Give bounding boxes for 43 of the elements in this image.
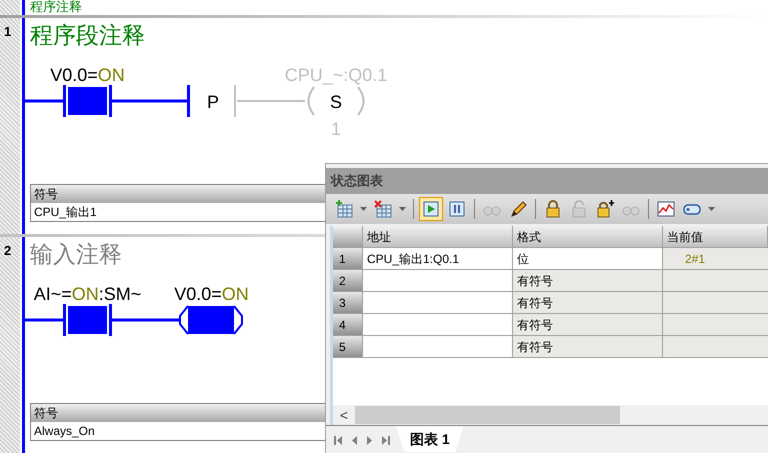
network-number: 2	[4, 242, 12, 258]
caret-icon[interactable]	[708, 207, 715, 211]
coil-count: 1	[330, 118, 341, 140]
column-header: 符号	[34, 186, 58, 203]
row-header[interactable]: 3	[333, 292, 363, 313]
row-header[interactable]: 4	[333, 314, 363, 335]
column-header[interactable]: 地址	[363, 226, 513, 247]
format-cell[interactable]: 有符号	[513, 336, 663, 357]
caret-icon[interactable]	[399, 207, 406, 211]
window-title: 状态图表	[331, 172, 383, 190]
row-header[interactable]: 1	[333, 248, 363, 269]
format-cell[interactable]: 有符号	[513, 270, 663, 291]
last-page-icon[interactable]	[382, 436, 390, 444]
column-header[interactable]: 当前值	[663, 226, 768, 247]
play-icon[interactable]	[419, 197, 443, 221]
column-header: 符号	[34, 405, 58, 422]
row-header[interactable]: 5	[333, 336, 363, 357]
network-comment: 程序段注释	[30, 22, 145, 51]
coil-letter: S	[330, 92, 342, 112]
table-cell-text: Always_On	[34, 423, 95, 440]
format-cell[interactable]: 有符号	[513, 314, 663, 335]
operand-label: V0.0=ON	[50, 66, 125, 84]
scrollbar-thumb[interactable]	[355, 406, 620, 424]
sheet-tab[interactable]: 图表 1	[396, 426, 464, 452]
program-comment: 程序注释	[30, 0, 82, 15]
first-page-icon[interactable]	[334, 436, 342, 444]
column-header[interactable]: 格式	[513, 226, 663, 247]
network-number: 1	[4, 24, 12, 39]
value-cell: 2#1	[663, 248, 768, 269]
network-gutter	[0, 0, 20, 15]
table-cell-text: CPU_输出1	[34, 204, 97, 221]
caret-icon[interactable]	[360, 207, 367, 211]
transition-label: P	[207, 92, 219, 112]
corner-header[interactable]	[333, 226, 363, 247]
previous-page-icon[interactable]	[352, 436, 357, 444]
network-comment: 输入注释	[30, 240, 122, 270]
operand-label: CPU_~:Q0.1	[284, 66, 388, 84]
format-cell[interactable]: 有符号	[513, 292, 663, 313]
next-page-icon[interactable]	[367, 436, 372, 444]
row-header[interactable]: 2	[333, 270, 363, 291]
operand-label: AI~=ON:SM~	[34, 284, 142, 303]
operand-label: V0.0=ON	[174, 284, 249, 303]
scroll-left-button[interactable]: <	[333, 405, 355, 425]
